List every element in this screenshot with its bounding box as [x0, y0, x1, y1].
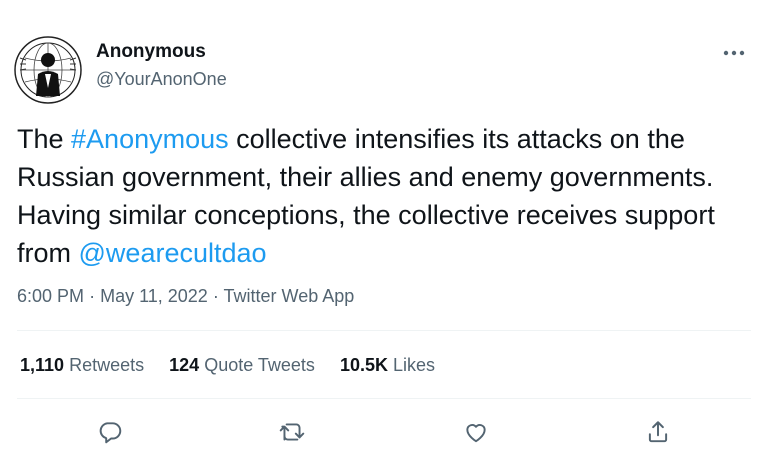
- tweet-date[interactable]: May 11, 2022: [100, 286, 208, 306]
- tweet-time[interactable]: 6:00 PM: [17, 286, 84, 306]
- retweets-stat[interactable]: 1,110 Retweets: [20, 355, 144, 376]
- divider: [17, 398, 751, 399]
- quote-tweets-stat[interactable]: 124 Quote Tweets: [169, 355, 315, 376]
- hashtag-link[interactable]: #Anonymous: [71, 124, 229, 154]
- more-dots-icon: [723, 50, 745, 56]
- tweet-meta: 6:00 PM · May 11, 2022 · Twitter Web App: [17, 286, 354, 307]
- quote-tweets-count: 124: [169, 355, 200, 375]
- quote-tweets-label: Quote Tweets: [204, 355, 315, 375]
- user-handle[interactable]: @YourAnonOne: [96, 69, 227, 90]
- likes-stat[interactable]: 10.5K Likes: [340, 355, 435, 376]
- tweet-platform[interactable]: Twitter Web App: [224, 286, 355, 306]
- tweet-text-segment: The: [17, 124, 72, 154]
- mention-link[interactable]: @wearecultdao: [79, 238, 267, 268]
- retweets-count: 1,110: [20, 355, 65, 375]
- reply-button[interactable]: [92, 414, 128, 450]
- share-icon: [648, 421, 668, 443]
- more-options-button[interactable]: [719, 38, 749, 68]
- likes-count: 10.5K: [339, 355, 388, 375]
- like-button[interactable]: [458, 414, 494, 450]
- meta-separator: ·: [212, 286, 219, 306]
- avatar[interactable]: [14, 36, 82, 104]
- retweet-icon: [279, 423, 305, 441]
- heart-icon: [466, 424, 486, 443]
- likes-label: Likes: [393, 355, 436, 375]
- divider: [17, 330, 751, 331]
- meta-separator: ·: [89, 286, 96, 306]
- tweet-actions: [0, 414, 768, 450]
- retweets-label: Retweets: [69, 355, 145, 375]
- tweet-text: The #Anonymous collective intensifies it…: [17, 120, 737, 272]
- retweet-button[interactable]: [274, 414, 310, 450]
- reply-icon: [99, 422, 122, 444]
- tweet-stats: 1,110 Retweets 124 Quote Tweets 10.5K Li…: [20, 355, 455, 376]
- share-button[interactable]: [640, 414, 676, 450]
- anonymous-logo-icon: [14, 36, 82, 104]
- display-name[interactable]: Anonymous: [96, 41, 206, 63]
